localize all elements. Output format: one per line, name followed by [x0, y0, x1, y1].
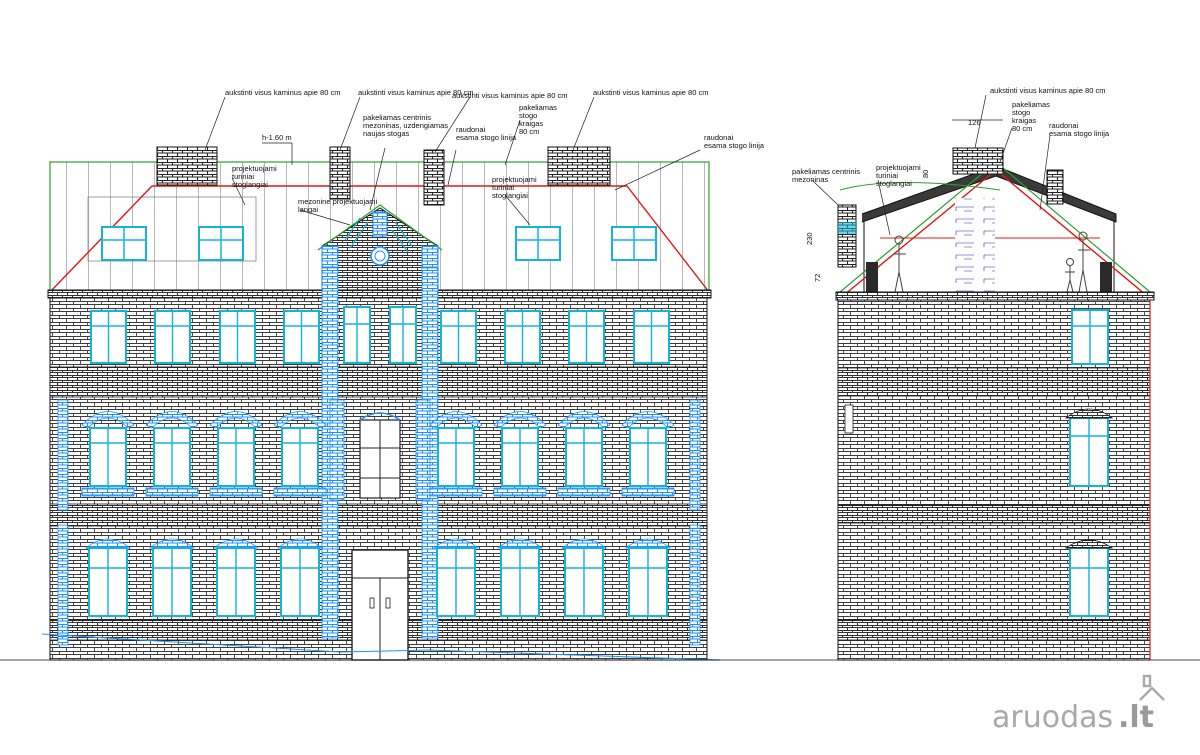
chimney-mid-right — [423, 149, 445, 206]
dimension-side-base: 72 — [813, 274, 822, 282]
house-logo-icon — [1139, 674, 1165, 701]
chimney-right — [547, 146, 611, 186]
note-ridge-4: 80 cm — [519, 127, 539, 136]
dimension-side-height: 230 — [805, 232, 814, 245]
dimension-side-width: 126 — [968, 118, 981, 127]
note-mezonine-windows-2: langai — [298, 205, 318, 214]
note-side-ridge-4: 80 cm — [1012, 124, 1032, 133]
note-chimney-mid2: aukstinti visus kaminus apie 80 cm — [452, 91, 567, 100]
note-side-chimney: aukstinti visus kaminus apie 80 cm — [990, 86, 1105, 95]
chimney-left — [156, 146, 218, 186]
dimension-side-small: 80 — [921, 170, 930, 178]
note-chimney-left: aukstinti visus kaminus apie 80 cm — [225, 88, 340, 97]
chimney-mid-left — [329, 146, 351, 200]
note-side-red-2: esama stogo linija — [1049, 129, 1110, 138]
note-chimney-right: aukstinti visus kaminus apie 80 cm — [593, 88, 708, 97]
watermark: aruodas .lt — [992, 674, 1165, 735]
note-dormers-mid-3: stoglangiai — [492, 191, 528, 200]
note-mezonine-3: naujas stogas — [363, 129, 410, 138]
note-side-dormers-3: stoglangiai — [876, 179, 912, 188]
side-chimney — [952, 147, 1004, 175]
front-string-course-1 — [49, 366, 708, 398]
front-cornice — [47, 289, 712, 299]
note-dormers-left-3: stoglangiai — [232, 180, 268, 189]
watermark-brand: aruodas — [992, 700, 1113, 735]
note-red-line-2: esama stogo linija — [456, 133, 517, 142]
front-string-course-2 — [49, 503, 708, 527]
side-windows — [1069, 309, 1109, 617]
front-elevation — [0, 146, 721, 661]
note-red-line-right-2: esama stogo linija — [704, 141, 765, 150]
note-height: h-1.60 m — [262, 133, 292, 142]
architectural-elevation-drawing: aukstinti visus kaminus apie 80 cm aukst… — [0, 86, 1200, 735]
note-side-mezonine-2: mezoninas — [792, 175, 829, 184]
watermark-tld: .lt — [1118, 700, 1154, 735]
